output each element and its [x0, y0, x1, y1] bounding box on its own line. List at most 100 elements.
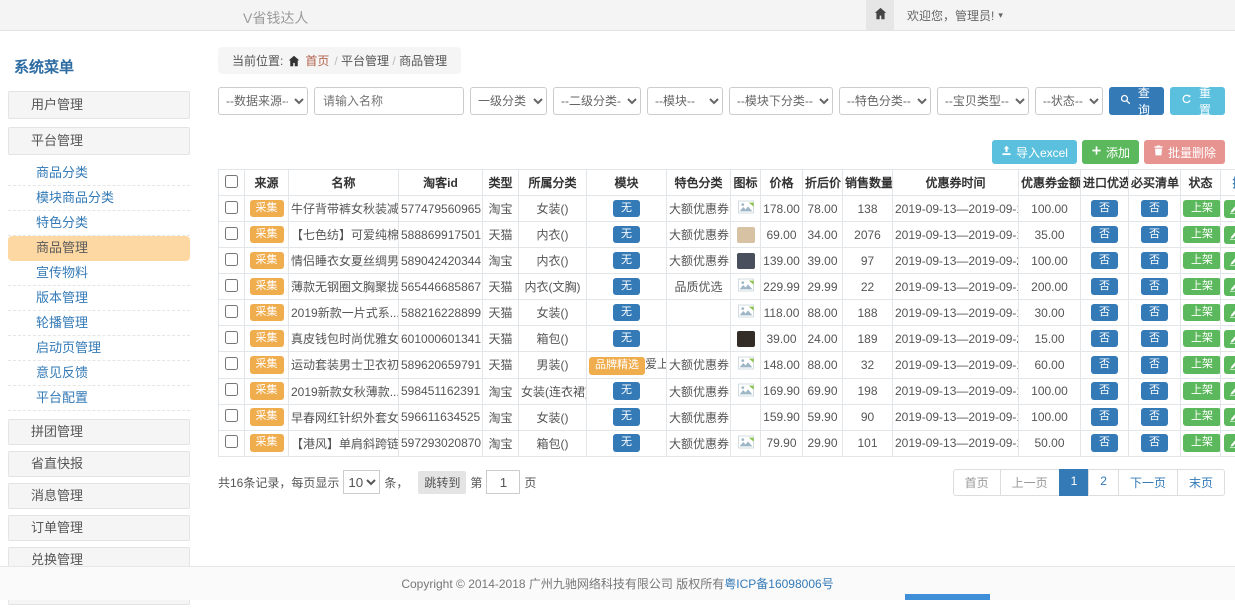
cell-coupon-time: 2019-09-13—2019-09-20 — [893, 248, 1019, 274]
row-checkbox[interactable] — [225, 357, 238, 370]
cell-feature: 大额优惠券 — [667, 196, 731, 222]
breadcrumb-home-link[interactable]: 首页 — [305, 52, 329, 69]
cell-status: 上架 — [1181, 404, 1221, 430]
filter-select[interactable]: --模块-- — [647, 87, 723, 115]
edit-button[interactable] — [1224, 278, 1235, 296]
row-checkbox[interactable] — [225, 435, 238, 448]
row-checkbox[interactable] — [225, 409, 238, 422]
cell-imported: 否 — [1081, 352, 1129, 379]
cell-name: 运动套装男士卫衣初秋... — [289, 352, 399, 379]
jump-button[interactable]: 跳转到 — [418, 471, 466, 494]
row-checkbox[interactable] — [225, 305, 238, 318]
column-header: 来源 — [245, 170, 289, 196]
filter-select[interactable]: --二级分类-- — [553, 87, 641, 115]
row-select-cell — [219, 326, 245, 352]
page-button[interactable]: 2 — [1088, 469, 1119, 496]
cell-name: 牛仔背带裤女秋装减龄... — [289, 196, 399, 222]
row-checkbox[interactable] — [225, 253, 238, 266]
table-toolbar: 导入excel 添加 批量删除 — [218, 140, 1225, 164]
status-badge: 上架 — [1183, 330, 1221, 348]
cell-taoke-id: 588216228899 — [399, 300, 483, 326]
cell-category: 内衣() — [519, 248, 587, 274]
breadcrumb-item[interactable]: 平台管理 — [341, 54, 389, 68]
select-all-cell — [219, 170, 245, 196]
page-button[interactable]: 末页 — [1177, 469, 1225, 496]
footer: Copyright © 2014-2018 广州九驰网络科技有限公司 版权所有粤… — [0, 566, 1235, 600]
sidebar-subitem[interactable]: 版本管理 — [8, 286, 190, 311]
edit-button[interactable] — [1224, 382, 1235, 400]
sidebar-item[interactable]: 平台管理 — [8, 127, 190, 155]
filter-select[interactable]: --宝贝类型-- — [937, 87, 1029, 115]
cell-module: 无 — [587, 248, 667, 274]
sidebar-item[interactable]: 消息管理 — [8, 483, 190, 509]
cell-price: 169.90 — [761, 378, 803, 404]
sidebar-item[interactable]: 订单管理 — [8, 515, 190, 541]
cell-sales: 198 — [843, 378, 893, 404]
sidebar-subitem[interactable]: 特色分类 — [8, 211, 190, 236]
sidebar-subitem[interactable]: 模块商品分类 — [8, 186, 190, 211]
sidebar-item[interactable]: 拼团管理 — [8, 419, 190, 445]
sidebar-subitem[interactable]: 平台配置 — [8, 386, 190, 411]
add-button[interactable]: 添加 — [1082, 140, 1139, 164]
cell-icon — [731, 248, 761, 274]
edit-button[interactable] — [1224, 200, 1235, 218]
module-badge: 无 — [613, 278, 640, 296]
edit-button[interactable] — [1224, 304, 1235, 322]
per-page-select[interactable]: 10 — [343, 470, 380, 494]
name-search-input[interactable] — [314, 87, 464, 115]
import-excel-button[interactable]: 导入excel — [992, 140, 1077, 164]
home-button[interactable] — [866, 0, 894, 30]
row-checkbox[interactable] — [225, 227, 238, 240]
search-button[interactable]: 查询 — [1109, 87, 1164, 115]
column-header: 图标 — [731, 170, 761, 196]
filter-select[interactable]: 一级分类 — [470, 87, 547, 115]
welcome-user-menu[interactable]: 欢迎您，管理员! ▾ — [907, 7, 1003, 24]
page-button[interactable]: 下一页 — [1118, 469, 1178, 496]
sidebar-item[interactable]: 用户管理 — [8, 91, 190, 119]
table-row: 采集运动套装男士卫衣初秋...589620659791天猫男装()品牌精选爱上运… — [219, 352, 1235, 379]
sidebar-item[interactable]: 省直快报 — [8, 451, 190, 477]
batch-delete-button[interactable]: 批量删除 — [1144, 140, 1225, 164]
filter-select-data-source[interactable]: --数据来源-- — [218, 87, 308, 115]
cell-type: 天猫 — [483, 326, 519, 352]
reset-button[interactable]: 重置 — [1170, 87, 1225, 115]
sidebar-subitem[interactable]: 意见反馈 — [8, 361, 190, 386]
filter-select[interactable]: --状态-- — [1035, 87, 1103, 115]
page-button[interactable]: 首页 — [953, 469, 1001, 496]
row-checkbox[interactable] — [225, 383, 238, 396]
row-checkbox[interactable] — [225, 201, 238, 214]
edit-button[interactable] — [1224, 226, 1235, 244]
icp-link[interactable]: 粤ICP备16098006号 — [724, 575, 833, 592]
sidebar-subitem[interactable]: 商品分类 — [8, 161, 190, 186]
cell-category: 女装() — [519, 300, 587, 326]
cell-price: 229.99 — [761, 274, 803, 300]
filter-select[interactable]: --模块下分类-- — [729, 87, 833, 115]
status-badge: 上架 — [1183, 408, 1221, 426]
edit-button[interactable] — [1224, 252, 1235, 270]
edit-button[interactable] — [1224, 330, 1235, 348]
cell-source: 采集 — [245, 378, 289, 404]
broken-image-icon — [738, 203, 754, 217]
module-badge: 无 — [613, 434, 640, 452]
filter-select[interactable]: --特色分类-- — [839, 87, 931, 115]
select-all-checkbox[interactable] — [225, 175, 238, 188]
edit-button[interactable] — [1224, 434, 1235, 452]
page-button[interactable]: 上一页 — [1000, 469, 1060, 496]
page-number-input[interactable] — [486, 470, 520, 494]
sidebar-subitem[interactable]: 启动页管理 — [8, 336, 190, 361]
row-checkbox[interactable] — [225, 331, 238, 344]
no-badge: 否 — [1141, 330, 1168, 348]
row-checkbox[interactable] — [225, 279, 238, 292]
row-select-cell — [219, 300, 245, 326]
edit-button[interactable] — [1224, 408, 1235, 426]
edit-button[interactable] — [1224, 356, 1235, 374]
breadcrumb-item[interactable]: 商品管理 — [399, 54, 447, 68]
sidebar-subitem[interactable]: 商品管理 — [8, 236, 190, 261]
cell-sales: 90 — [843, 404, 893, 430]
no-badge: 否 — [1091, 382, 1118, 400]
sidebar-subitem[interactable]: 宣传物料 — [8, 261, 190, 286]
status-badge: 上架 — [1183, 382, 1221, 400]
page-button[interactable]: 1 — [1059, 469, 1090, 496]
sidebar-subitem[interactable]: 轮播管理 — [8, 311, 190, 336]
module-badge: 无 — [613, 382, 640, 400]
